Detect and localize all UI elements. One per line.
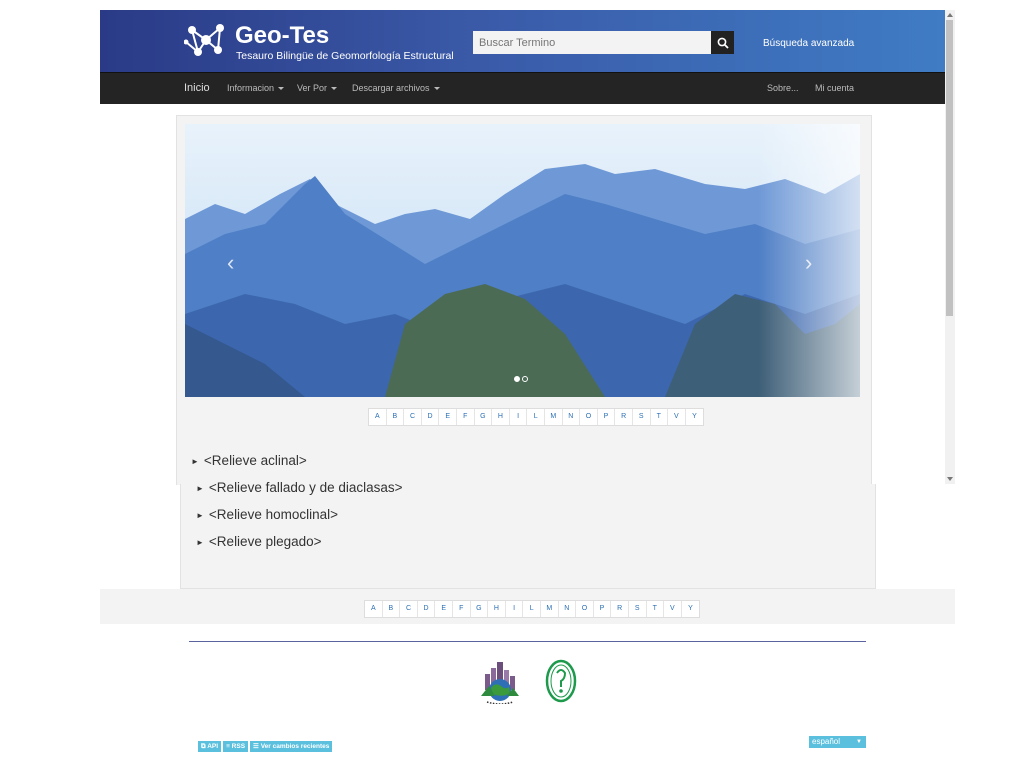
nav-download-label: Descargar archivos	[352, 83, 430, 93]
api-link[interactable]: ⧉ API	[198, 741, 222, 752]
nav-info-label: Informacion	[227, 83, 275, 93]
triangle-bullet-icon: ►	[196, 510, 204, 520]
nav-viewby-dropdown[interactable]: Ver Por	[297, 83, 338, 93]
rss-link[interactable]: ≡ RSS	[223, 741, 249, 752]
site-title[interactable]: Geo-Tes	[235, 22, 329, 50]
nav-account[interactable]: Mi cuenta	[815, 83, 854, 93]
network-logo-icon[interactable]	[184, 20, 228, 58]
alphabet-letter-g[interactable]: G	[475, 409, 493, 425]
search-button[interactable]	[711, 31, 734, 54]
alphabet-letter-p[interactable]: P	[594, 601, 612, 617]
scroll-up-arrow-icon[interactable]	[947, 13, 953, 17]
alphabet-letter-l[interactable]: L	[523, 601, 541, 617]
language-select[interactable]: español ▼	[809, 736, 866, 748]
term-list-item[interactable]: ► <Relieve fallado y de diaclasas>	[196, 480, 403, 495]
alphabet-letter-h[interactable]: H	[488, 601, 506, 617]
carousel-prev-arrow-icon[interactable]: ‹	[227, 250, 234, 276]
term-label: <Relieve homoclinal>	[208, 507, 338, 522]
api-label: API	[207, 743, 219, 750]
alphabet-letter-t[interactable]: T	[651, 409, 669, 425]
alphabet-letter-e[interactable]: E	[439, 409, 457, 425]
alphabet-letter-y[interactable]: Y	[682, 601, 700, 617]
globe-cityscape-logo[interactable]	[479, 660, 521, 704]
nav-viewby-label: Ver Por	[297, 83, 328, 93]
term-label: <Relieve plegado>	[208, 534, 322, 549]
mountain-landscape-image	[185, 124, 860, 397]
alphabet-letter-c[interactable]: C	[400, 601, 418, 617]
footer-divider	[189, 641, 866, 642]
alphabet-letter-n[interactable]: N	[563, 409, 581, 425]
alphabet-letter-i[interactable]: I	[510, 409, 528, 425]
alphabet-letter-v[interactable]: V	[668, 409, 686, 425]
chevron-down-icon	[433, 87, 440, 91]
alphabet-letter-c[interactable]: C	[404, 409, 422, 425]
footer-links: ⧉ API ≡ RSS ☰ Ver cambios recientes	[198, 741, 333, 752]
site-header: Geo-Tes Tesauro Bilingüe de Geomorfologí…	[100, 10, 945, 72]
scrollbar[interactable]	[945, 10, 955, 484]
alphabet-letter-f[interactable]: F	[453, 601, 471, 617]
search-input[interactable]	[473, 31, 711, 54]
alphabet-letter-p[interactable]: P	[598, 409, 616, 425]
university-seal-logo[interactable]	[545, 659, 577, 703]
language-label: español	[812, 737, 841, 746]
alphabet-letter-s[interactable]: S	[633, 409, 651, 425]
chevron-down-icon	[331, 87, 338, 91]
alphabet-letter-m[interactable]: M	[541, 601, 559, 617]
chevron-down-icon	[278, 87, 285, 91]
main-navbar: Inicio Informacion Ver Por Descargar arc…	[100, 72, 945, 104]
alphabet-letter-o[interactable]: O	[580, 409, 598, 425]
carousel-dot-1[interactable]	[514, 376, 520, 382]
alphabet-letter-v[interactable]: V	[664, 601, 682, 617]
nav-about[interactable]: Sobre...	[767, 83, 799, 93]
alphabet-letter-a[interactable]: A	[369, 409, 387, 425]
alphabet-letter-o[interactable]: O	[576, 601, 594, 617]
nav-home[interactable]: Inicio	[184, 82, 210, 94]
carousel-next-arrow-icon[interactable]: ›	[805, 250, 812, 276]
alphabet-letter-f[interactable]: F	[457, 409, 475, 425]
alphabet-letter-r[interactable]: R	[611, 601, 629, 617]
alphabet-letter-b[interactable]: B	[387, 409, 405, 425]
alphabet-letter-d[interactable]: D	[422, 409, 440, 425]
alphabet-letter-n[interactable]: N	[559, 601, 577, 617]
triangle-bullet-icon: ►	[196, 537, 204, 547]
triangle-bullet-icon: ►	[196, 483, 204, 493]
advanced-search-link[interactable]: Búsqueda avanzada	[763, 38, 854, 49]
search-icon	[717, 37, 729, 49]
dropdown-arrow-icon: ▼	[856, 739, 862, 745]
alphabet-letter-b[interactable]: B	[383, 601, 401, 617]
alphabet-letter-t[interactable]: T	[647, 601, 665, 617]
alphabet-letter-a[interactable]: A	[365, 601, 383, 617]
alphabet-letter-r[interactable]: R	[615, 409, 633, 425]
rss-label: RSS	[231, 743, 246, 750]
alphabet-letter-s[interactable]: S	[629, 601, 647, 617]
recent-changes-link[interactable]: ☰ Ver cambios recientes	[250, 741, 333, 752]
recent-changes-label: Ver cambios recientes	[260, 743, 330, 750]
carousel-indicators	[514, 369, 530, 387]
term-list-item[interactable]: ► <Relieve aclinal>	[191, 453, 307, 468]
carousel-dot-2[interactable]	[522, 376, 528, 382]
site-subtitle: Tesauro Bilingüe de Geomorfología Estruc…	[236, 50, 454, 62]
term-list-item[interactable]: ► <Relieve homoclinal>	[196, 507, 338, 522]
nav-download-dropdown[interactable]: Descargar archivos	[352, 83, 440, 93]
image-carousel	[185, 124, 860, 397]
alphabet-letter-y[interactable]: Y	[686, 409, 704, 425]
nav-info-dropdown[interactable]: Informacion	[227, 83, 285, 93]
alphabet-letter-g[interactable]: G	[471, 601, 489, 617]
scrollbar-thumb[interactable]	[946, 20, 953, 316]
scroll-down-arrow-icon[interactable]	[947, 477, 953, 481]
alphabet-letter-i[interactable]: I	[506, 601, 524, 617]
term-label: <Relieve fallado y de diaclasas>	[208, 480, 403, 495]
alphabet-letter-m[interactable]: M	[545, 409, 563, 425]
triangle-bullet-icon: ►	[191, 456, 199, 466]
alphabet-index-bottom: ABCDEFGHILMNOPRSTVY	[364, 600, 701, 618]
alphabet-letter-l[interactable]: L	[527, 409, 545, 425]
term-label: <Relieve aclinal>	[203, 453, 307, 468]
alphabet-letter-d[interactable]: D	[418, 601, 436, 617]
term-list-item[interactable]: ► <Relieve plegado>	[196, 534, 322, 549]
alphabet-index-top: ABCDEFGHILMNOPRSTVY	[368, 408, 705, 426]
alphabet-letter-e[interactable]: E	[435, 601, 453, 617]
alphabet-letter-h[interactable]: H	[492, 409, 510, 425]
